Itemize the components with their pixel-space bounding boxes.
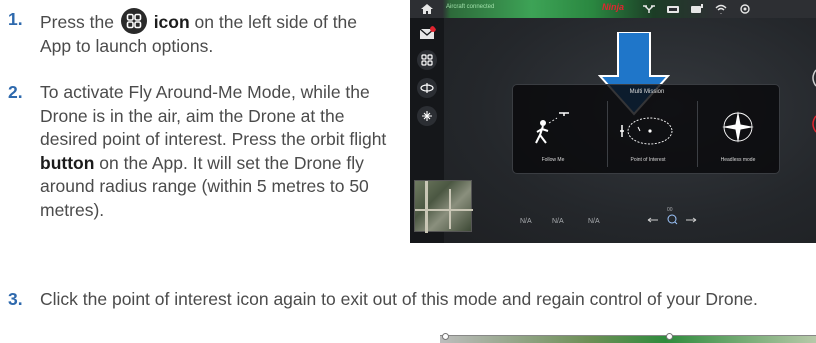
next-figure-edge (440, 333, 816, 343)
step-number: 2. (8, 82, 23, 102)
compass-icon (722, 111, 754, 143)
card-follow-me[interactable]: Follow Me (513, 101, 593, 167)
app-screenshot: Aircraft connected Ninja Multi Mission F… (410, 0, 816, 243)
telemetry-distance: N/A (520, 218, 532, 225)
orbit-icon[interactable] (417, 78, 437, 98)
telemetry-height: N/A (552, 218, 564, 225)
top-status-bar: Aircraft connected Ninja (410, 0, 816, 18)
card-label: Follow Me (541, 157, 565, 163)
camera-icon[interactable] (738, 3, 752, 15)
multi-mission-panel: Multi Mission Follow Me Point of Interes… (512, 84, 780, 174)
step-number: 1. (8, 9, 23, 29)
wifi-icon (715, 4, 727, 14)
step-text: Press the icon on the left side of the A… (40, 8, 390, 58)
follow-me-icon (535, 112, 569, 144)
card-point-of-interest[interactable]: Point of Interest (607, 101, 687, 167)
map-thumbnail[interactable] (414, 180, 473, 233)
telemetry-speed: N/A (588, 218, 600, 225)
step-bold-word: icon (153, 12, 190, 32)
right-controls (812, 69, 816, 133)
battery-icon (691, 4, 703, 13)
home-icon[interactable] (420, 3, 434, 15)
card-label: Headless mode (720, 157, 756, 163)
signal-icon (667, 6, 679, 13)
brand-logo: Ninja (602, 2, 625, 12)
step-text-part: To activate Fly Around-Me Mode, while th… (40, 82, 387, 149)
landing-icon[interactable] (417, 106, 437, 126)
connection-status: Aircraft connected (446, 4, 495, 10)
multi-mission-icon (120, 8, 147, 34)
step-text: To activate Fly Around-Me Mode, while th… (40, 81, 390, 222)
orbit-icon (620, 117, 673, 145)
step-number: 3. (8, 289, 23, 309)
card-headless-mode[interactable]: Headless mode (697, 101, 777, 167)
mail-icon[interactable] (417, 24, 437, 44)
multi-mission-icon[interactable] (417, 50, 437, 70)
step-text-part: Press the (40, 12, 114, 32)
drone-icon (643, 5, 655, 13)
step-bold-word: button (40, 152, 95, 173)
card-label: Point of Interest (630, 157, 666, 163)
step-text: Click the point of interest icon again t… (40, 289, 758, 309)
mission-panel-title: Multi Mission (629, 89, 665, 95)
joystick-value: 00 (667, 207, 673, 213)
